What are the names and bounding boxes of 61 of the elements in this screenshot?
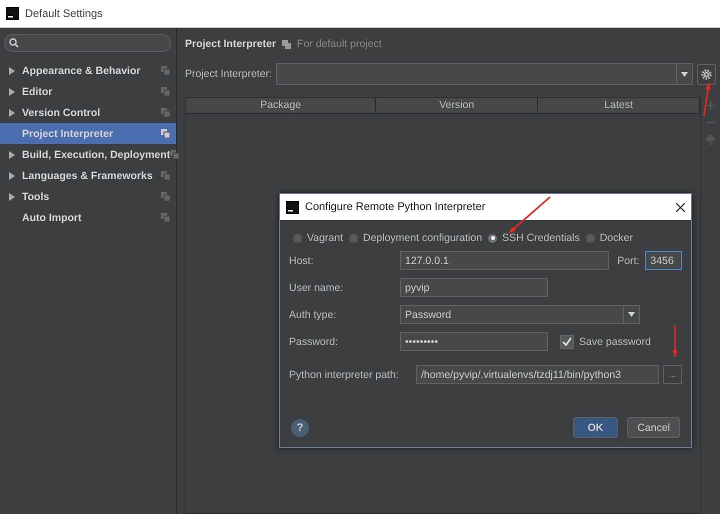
annotation-arrow — [508, 196, 551, 234]
sidebar-item[interactable]: Build, Execution, Deployment — [0, 144, 176, 165]
sidebar-item[interactable]: Languages & Frameworks — [0, 165, 176, 186]
settings-icon — [701, 68, 712, 80]
sidebar-item[interactable]: Project Interpreter — [0, 123, 176, 144]
search-field[interactable] — [4, 34, 171, 52]
annotation-arrow — [672, 325, 678, 357]
sidebar-item[interactable]: Version Control — [0, 102, 176, 123]
field-label: User name: — [289, 282, 344, 294]
column-header[interactable]: Version — [376, 98, 538, 113]
copy-icon — [161, 129, 170, 138]
copy-icon — [161, 108, 170, 117]
app-logo-icon — [6, 7, 19, 20]
copy-icon — [170, 150, 180, 159]
checkbox[interactable] — [560, 334, 574, 348]
upgrade-icon — [706, 135, 715, 145]
field-label: Host: — [289, 254, 315, 266]
copy-icon — [161, 66, 170, 75]
sidebar-item[interactable]: Auto Import — [0, 207, 176, 228]
radio-option[interactable]: Vagrant — [293, 232, 343, 244]
dropdown-arrow-icon — [681, 72, 688, 76]
cancel-button[interactable]: Cancel — [627, 417, 680, 438]
field-label: Python interpreter path: — [289, 368, 400, 380]
dialog-title: Configure Remote Python Interpreter — [305, 201, 486, 213]
dropdown-arrow-icon — [628, 312, 635, 317]
copy-icon — [161, 87, 170, 96]
annotation-arrow — [703, 82, 711, 116]
password-field[interactable]: ••••••••• — [400, 332, 548, 351]
interpreter-path-field[interactable]: /home/pyvip/.virtualenvs/tzdj11/bin/python3 — [416, 365, 660, 384]
window-title: Default Settings — [25, 8, 103, 20]
save-password-checkbox[interactable]: Save password — [560, 334, 651, 348]
sidebar-item[interactable]: Editor — [0, 81, 176, 102]
settings-button[interactable] — [697, 64, 716, 84]
column-header[interactable]: Latest — [538, 98, 700, 113]
page-title: Project Interpreter — [185, 38, 276, 50]
browse-button[interactable]: ... — [663, 365, 682, 384]
radio-option[interactable]: Deployment configuration — [349, 232, 482, 244]
sidebar-item[interactable]: Tools — [0, 186, 176, 207]
sidebar-item[interactable]: Appearance & Behavior — [0, 60, 176, 81]
ok-button[interactable]: OK — [572, 417, 618, 438]
help-button[interactable]: ? — [291, 418, 309, 436]
copy-icon — [161, 213, 170, 222]
copy-icon — [282, 40, 292, 48]
radio-option[interactable]: SSH Credentials — [488, 232, 580, 244]
copy-icon — [161, 171, 170, 180]
field-label: Auth type: — [289, 308, 338, 320]
search-icon — [9, 38, 19, 48]
scope-label: For default project — [297, 38, 382, 50]
field-label: Port: — [617, 254, 640, 266]
close-icon[interactable] — [676, 202, 685, 212]
app-logo-icon — [286, 200, 299, 214]
host-field[interactable]: 127.0.0.1 — [400, 251, 610, 270]
radio-option[interactable]: Docker — [586, 232, 633, 244]
field-label: Project Interpreter: — [185, 68, 272, 80]
field-label: Password: — [289, 336, 340, 348]
username-field[interactable]: pyvip — [400, 278, 548, 297]
column-header[interactable]: Package — [186, 98, 376, 113]
port-field[interactable]: 3456 — [645, 251, 682, 270]
add-icon — [706, 101, 715, 110]
copy-icon — [161, 192, 170, 201]
auth-type-dropdown[interactable]: Password — [400, 305, 640, 324]
